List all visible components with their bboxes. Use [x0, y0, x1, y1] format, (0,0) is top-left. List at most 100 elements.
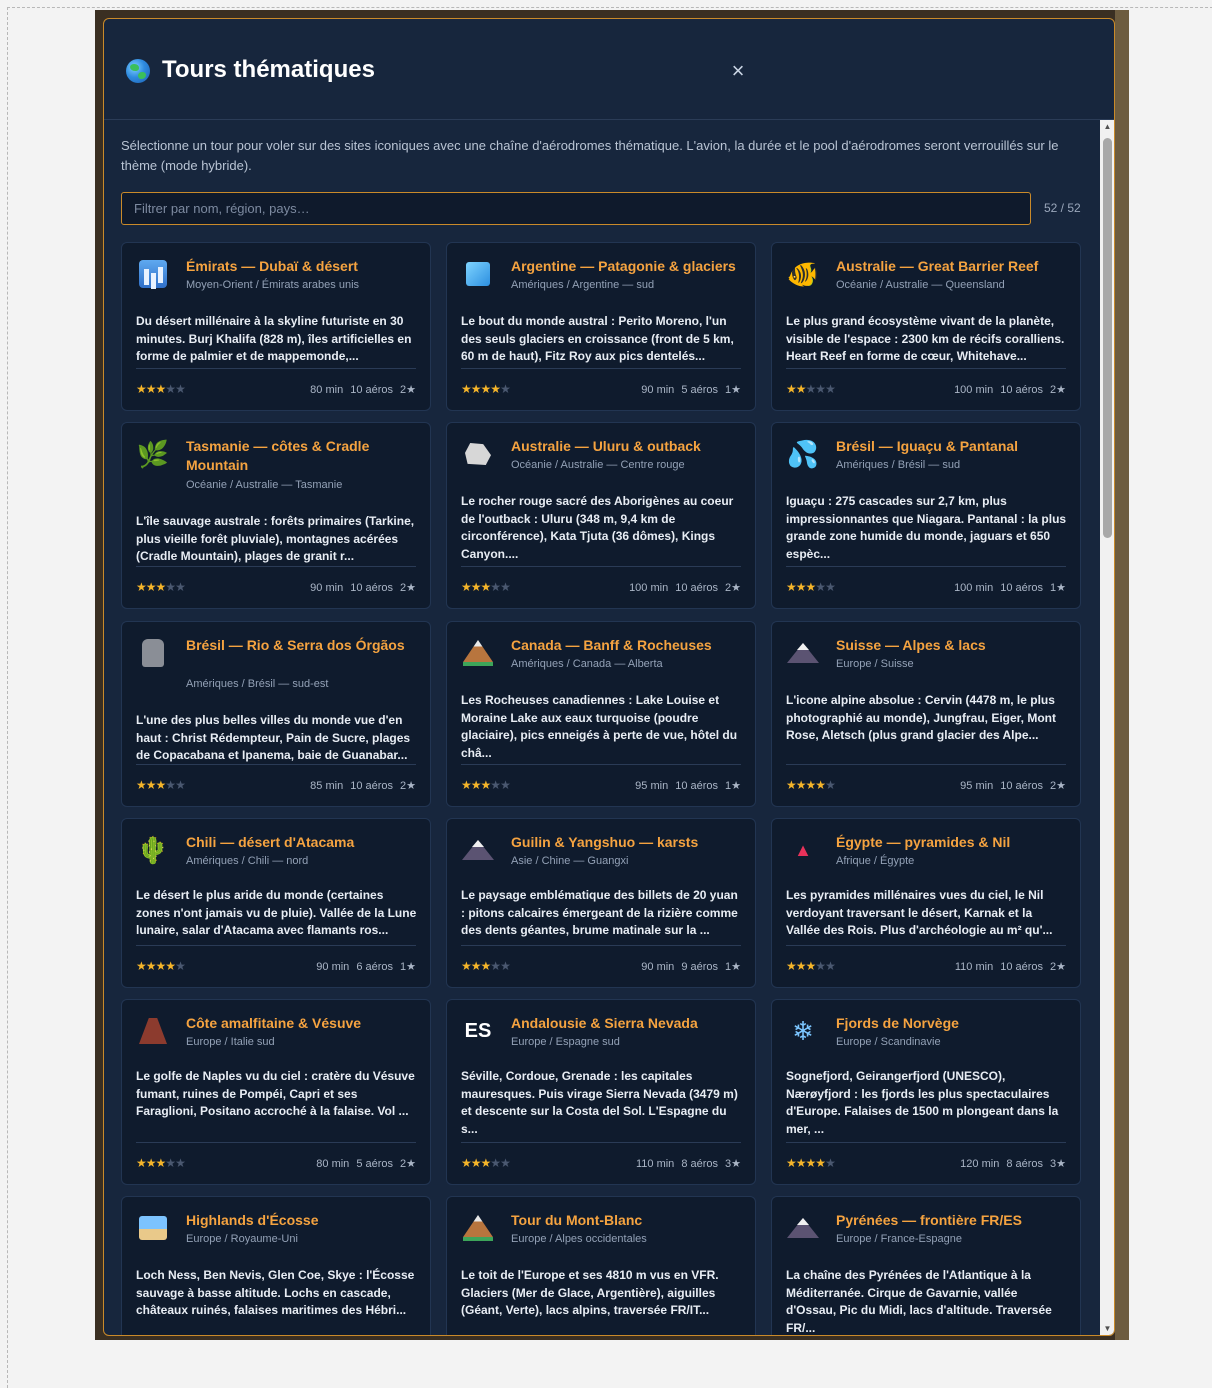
snow-mountain-icon	[786, 1211, 820, 1245]
tour-description: Le désert le plus aride du monde (certai…	[136, 888, 417, 937]
star-icon: ★	[500, 778, 511, 792]
tour-card[interactable]: Australie — Uluru & outback Océanie / Aus…	[446, 422, 756, 609]
tour-card[interactable]: Pyrénées — frontière FR/ES Europe / Franc…	[771, 1196, 1081, 1335]
tour-description: Le paysage emblématique des billets de 2…	[461, 888, 738, 937]
star-icon: ★	[490, 580, 501, 594]
tour-meta: 120 min 8 aéros 3★	[953, 1157, 1066, 1170]
tour-description: L'île sauvage australe : forêts primaire…	[136, 514, 415, 563]
close-button[interactable]: ×	[728, 59, 748, 83]
tour-level: 2★	[400, 384, 416, 396]
difficulty-stars: ★★★★★	[136, 778, 186, 792]
tour-card[interactable]: 🐠 Australie — Great Barrier Reef Océanie /…	[771, 242, 1081, 411]
star-icon: ★	[165, 1156, 176, 1170]
star-icon: ★	[136, 1156, 147, 1170]
tour-title: Côte amalfitaine & Vésuve	[186, 1015, 362, 1031]
tour-title: Tasmanie — côtes & Cradle Mountain	[186, 438, 370, 473]
tour-duration: 90 min	[641, 961, 675, 973]
star-icon: ★	[500, 959, 511, 973]
tour-region: Asie / Chine — Guangxi	[511, 855, 629, 867]
tour-description: Loch Ness, Ben Nevis, Glen Coe, Skye : l…	[136, 1268, 415, 1317]
tour-description: Les pyramides millénaires vues du ciel, …	[786, 888, 1053, 937]
star-icon: ★	[795, 778, 807, 792]
star-icon: ★	[155, 1156, 167, 1170]
tour-card[interactable]: Tour du Mont-Blanc Europe / Alpes occiden…	[446, 1196, 756, 1335]
star-icon: ★	[786, 580, 797, 594]
tour-card[interactable]: ES Andalousie & Sierra Nevada Europe / Esp…	[446, 999, 756, 1185]
tour-region: Océanie / Australie — Centre rouge	[511, 459, 685, 471]
tour-description: Les Rocheuses canadiennes : Lake Louise …	[461, 693, 738, 760]
star-icon: ★	[795, 1156, 807, 1170]
star-icon: ★	[490, 382, 501, 396]
tour-title: Fjords de Norvège	[836, 1015, 959, 1031]
card-divider	[136, 945, 416, 946]
star-icon: ★	[145, 778, 157, 792]
tour-card[interactable]: Guilin & Yangshuo — karsts Asie / Chine —…	[446, 818, 756, 988]
tour-meta: 110 min 8 aéros 3★	[629, 1157, 741, 1170]
tour-title: Chili — désert d'Atacama	[186, 834, 355, 850]
difficulty-stars: ★★★★★	[136, 1156, 186, 1170]
tour-airfields: 10 aéros	[1000, 780, 1044, 792]
tour-airfields: 10 aéros	[1000, 961, 1044, 973]
tour-card[interactable]: Émirats — Dubaï & désert Moyen-Orient / É…	[121, 242, 431, 411]
tour-region: Amériques / Brésil — sud	[836, 459, 961, 471]
star-icon: ★	[136, 778, 147, 792]
tour-card[interactable]: Côte amalfitaine & Vésuve Europe / Italie…	[121, 999, 431, 1185]
card-footer: ★★★★★ 90 min 6 aéros 1★	[136, 959, 416, 975]
difficulty-stars: ★★★★★	[786, 1156, 836, 1170]
cactus-icon: 🌵	[136, 835, 170, 865]
tour-title: Canada — Banff & Rocheuses	[511, 637, 712, 653]
globe-icon	[126, 59, 150, 83]
star-icon: ★	[490, 1156, 501, 1170]
card-divider	[461, 368, 741, 369]
tour-region: Afrique / Égypte	[836, 855, 915, 867]
tour-card[interactable]: Highlands d'Écosse Europe / Royaume-Uni Lo…	[121, 1196, 431, 1335]
star-icon: ★	[461, 1156, 472, 1170]
tour-card[interactable]: ❄ Fjords de Norvège Europe / Scandinavie So…	[771, 999, 1081, 1185]
star-icon: ★	[805, 1156, 817, 1170]
card-divider	[461, 1142, 741, 1143]
scroll-down-arrow-icon[interactable]: ▼	[1100, 1322, 1114, 1335]
tour-card[interactable]: Suisse — Alpes & lacs Europe / Suisse L'ic…	[771, 621, 1081, 807]
tour-level: 1★	[725, 961, 741, 973]
tour-card[interactable]: Canada — Banff & Rocheuses Amériques / Ca…	[446, 621, 756, 807]
star-icon: ★	[795, 959, 807, 973]
tour-level: 2★	[1050, 780, 1066, 792]
scroll-thumb[interactable]	[1103, 138, 1112, 538]
tour-region: Océanie / Australie — Tasmanie	[186, 479, 343, 491]
snow-mountain-icon	[461, 833, 495, 867]
card-divider	[136, 764, 416, 765]
star-icon: ★	[825, 580, 836, 594]
star-icon: ★	[815, 778, 826, 792]
filter-input[interactable]	[121, 192, 1031, 225]
tour-airfields: 8 aéros	[1006, 1158, 1044, 1170]
star-icon: ★	[480, 778, 492, 792]
tour-meta: 95 min 10 aéros 1★	[628, 779, 741, 792]
tour-card[interactable]: Argentine — Patagonie & glaciers Amérique…	[446, 242, 756, 411]
tour-card[interactable]: 🌿 Tasmanie — côtes & Cradle Mountain Océan…	[121, 422, 431, 609]
tour-level: 2★	[400, 1158, 416, 1170]
card-divider	[786, 1142, 1066, 1143]
scrollbar[interactable]: ▲ ▼	[1100, 120, 1114, 1335]
tour-title: Brésil — Iguaçu & Pantanal	[836, 438, 1019, 454]
star-icon: ★	[155, 382, 167, 396]
tour-card[interactable]: Brésil — Rio & Serra dos Órgãos Amériques…	[121, 621, 431, 807]
star-icon: ★	[461, 580, 472, 594]
tour-meta: 90 min 6 aéros 1★	[309, 960, 416, 973]
tour-region: Europe / Italie sud	[186, 1036, 275, 1048]
star-icon: ★	[786, 959, 797, 973]
es-flag-icon: ES	[464, 1020, 492, 1042]
card-footer: ★★★★★ 90 min 10 aéros 2★	[136, 580, 416, 596]
moai-icon	[136, 636, 170, 670]
scroll-up-arrow-icon[interactable]: ▲	[1100, 120, 1114, 134]
tour-level: 1★	[400, 961, 416, 973]
card-footer: ★★★★★ 85 min 10 aéros 2★	[136, 778, 416, 794]
tour-card[interactable]: ▲ Égypte — pyramides & Nil Afrique / Égypt…	[771, 818, 1081, 988]
tour-card[interactable]: 🌵 Chili — désert d'Atacama Amériques / Chi…	[121, 818, 431, 988]
tour-title: Égypte — pyramides & Nil	[836, 834, 1011, 850]
tour-card[interactable]: 💦 Brésil — Iguaçu & Pantanal Amériques / B…	[771, 422, 1081, 609]
star-icon: ★	[136, 959, 147, 973]
difficulty-stars: ★★★★★	[136, 580, 186, 594]
card-divider	[136, 1142, 416, 1143]
tour-airfields: 5 aéros	[681, 384, 719, 396]
star-icon: ★	[480, 382, 492, 396]
